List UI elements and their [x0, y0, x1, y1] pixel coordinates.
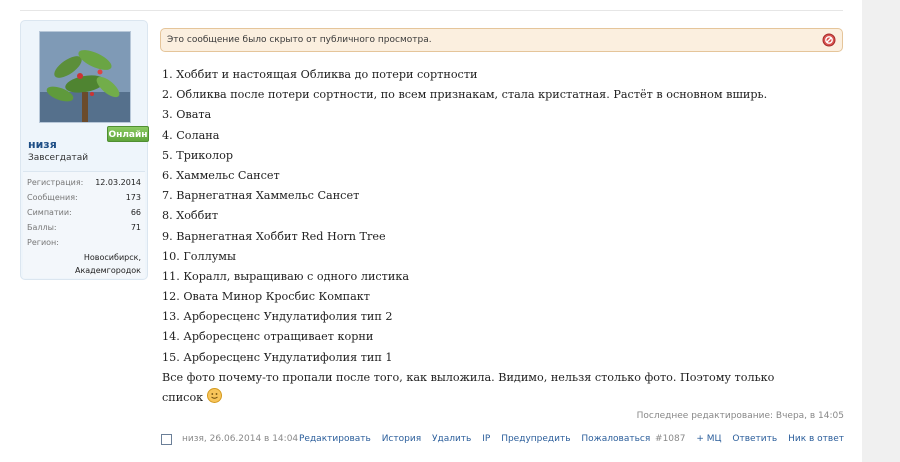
deleted-icon	[822, 33, 836, 47]
user-title: Завсегдатай	[28, 153, 89, 163]
warn-link[interactable]: Предупредить	[501, 434, 570, 444]
post-actions: Редактировать История Удалить IP Предупр…	[299, 434, 658, 444]
reply-link[interactable]: Ответить	[732, 434, 777, 444]
region-line: Академгородок	[74, 266, 141, 275]
notice-text: Это сообщение было скрыто от публичного …	[167, 35, 432, 45]
edit-link[interactable]: Редактировать	[299, 434, 371, 444]
history-link[interactable]: История	[382, 434, 421, 444]
post-line: 7. Варнегатная Хаммельс Сансет	[162, 189, 360, 203]
multiquote-link[interactable]: + МЦ	[696, 434, 721, 444]
post-line: 5. Триколор	[162, 148, 234, 162]
user-avatar[interactable]	[39, 31, 131, 123]
post-line: Все фото почему-то пропали после того, к…	[162, 370, 775, 384]
stat-value[interactable]: 173	[126, 193, 141, 202]
stat-row-likes: Симпатии: 66	[27, 208, 141, 223]
post-footer: низя, 26.06.2014 в 14:04 Редактировать И…	[160, 432, 846, 448]
stat-row-messages: Сообщения: 173	[27, 193, 141, 208]
user-panel: Онлайн низя Завсегдатай Регистрация: 12.…	[20, 20, 149, 280]
post-number-link[interactable]: #1087	[655, 434, 685, 444]
stat-row-points: Баллы: 71	[27, 223, 141, 238]
post-line: 6. Хаммельс Сансет	[162, 168, 280, 182]
stat-value: 12.03.2014	[95, 178, 141, 187]
post-line: 9. Варнегатная Хоббит Red Horn Tree	[162, 229, 386, 243]
post-line: 10. Голлумы	[162, 249, 236, 263]
avatar-image	[40, 32, 130, 122]
user-stats: Регистрация: 12.03.2014 Сообщения: 173 С…	[23, 171, 145, 278]
top-divider	[20, 10, 843, 11]
post-content: 1. Хоббит и настоящая Обликва до потери …	[162, 65, 842, 408]
stat-label: Баллы:	[27, 223, 57, 232]
online-badge: Онлайн	[107, 126, 149, 142]
smile-emoji-icon	[206, 388, 222, 403]
stat-value[interactable]: 71	[131, 223, 141, 232]
last-edit-note: Последнее редактирование: Вчера, в 14:05	[636, 411, 844, 421]
post-line: 15. Арборесценс Ундулатифолия тип 1	[162, 350, 393, 364]
reply-to-nick-link[interactable]: Ник в ответ	[788, 434, 844, 444]
select-post-checkbox[interactable]	[161, 434, 172, 445]
stat-label: Регистрация:	[27, 178, 84, 187]
page-gutter	[862, 0, 900, 462]
stat-value: 66	[130, 208, 141, 217]
post-meta[interactable]: низя, 26.06.2014 в 14:04	[182, 434, 298, 444]
stat-row-registration: Регистрация: 12.03.2014	[27, 178, 141, 193]
stat-label: Регион:	[27, 238, 59, 247]
post-line: 3. Овата	[162, 108, 212, 122]
report-link[interactable]: Пожаловаться	[581, 434, 650, 444]
stat-label: Сообщения:	[27, 193, 78, 202]
post-line: 13. Арборесценс Ундулатифолия тип 2	[162, 310, 393, 324]
region-line: Новосибирск,	[83, 253, 141, 262]
post-line: 14. Арборесценс отращивает корни	[162, 330, 374, 344]
delete-link[interactable]: Удалить	[432, 434, 471, 444]
user-name-link[interactable]: низя	[28, 138, 57, 151]
post-line-text: список	[162, 391, 204, 404]
stat-label: Симпатии:	[27, 208, 72, 217]
message-body: Это сообщение было скрыто от публичного …	[160, 22, 846, 452]
post-line: 8. Хоббит	[162, 209, 219, 223]
post-right-actions: #1087 + МЦ Ответить Ник в ответ	[647, 434, 844, 444]
hidden-message-notice: Это сообщение было скрыто от публичного …	[160, 28, 843, 52]
ip-link[interactable]: IP	[482, 434, 490, 444]
post-line: 1. Хоббит и настоящая Обликва до потери …	[162, 68, 478, 81]
stat-row-region: Регион:	[27, 238, 141, 253]
post-line: 11. Коралл, выращиваю с одного листика	[162, 269, 409, 283]
post-line: 2. Обликва после потери сортности, по вс…	[162, 88, 768, 102]
post-line: 12. Овата Минор Кросбис Компакт	[162, 290, 370, 304]
post-line: 4. Солана	[162, 128, 220, 142]
post-line-last: список	[162, 388, 842, 408]
